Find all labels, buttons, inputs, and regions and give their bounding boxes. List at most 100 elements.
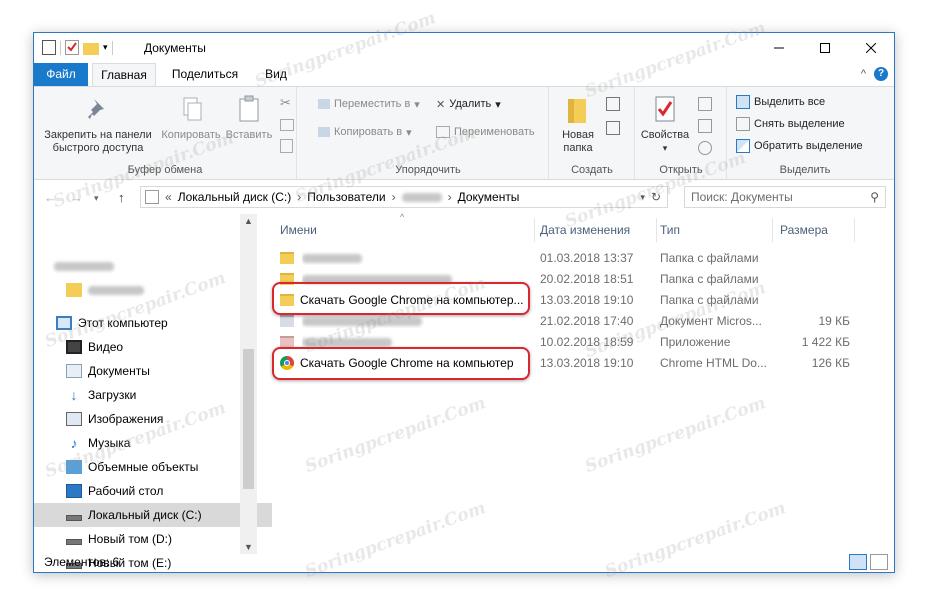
collapse-ribbon-icon[interactable]: ^	[861, 68, 866, 80]
deselect-label: Снять выделение	[754, 118, 845, 130]
back-icon[interactable]: ←	[44, 190, 57, 205]
column-divider[interactable]	[534, 218, 535, 242]
redacted-label	[302, 254, 362, 264]
copy-button[interactable]: Копировать	[158, 93, 224, 142]
paste-shortcut-icon[interactable]	[280, 139, 293, 153]
address-folder-icon	[145, 190, 159, 204]
scroll-down-icon[interactable]: ▼	[244, 542, 253, 552]
file-date: 13.03.2018 19:10	[540, 293, 634, 307]
3d-objects-icon	[66, 460, 82, 474]
checkmark-quick-icon[interactable]	[65, 40, 79, 55]
file-list: ^ Имени Дата изменения Тип Размера 01.03…	[266, 212, 894, 554]
close-icon[interactable]	[848, 33, 894, 63]
large-icons-view-icon[interactable]	[870, 554, 888, 570]
create-group: Новая папка Создать	[550, 87, 635, 179]
nav-item-documents[interactable]: Документы	[34, 359, 272, 383]
nav-scrollbar[interactable]: ▲ ▼	[240, 214, 257, 554]
open-icon[interactable]	[698, 97, 712, 111]
nav-label: Локальный диск (C:)	[88, 508, 202, 522]
nav-item-music[interactable]: ♪ Музыка	[34, 431, 272, 455]
details-view-icon[interactable]	[849, 554, 867, 570]
nav-item-local-disk-c[interactable]: Локальный диск (C:)	[34, 503, 272, 527]
desktop-icon	[66, 484, 82, 498]
nav-item-volume-d[interactable]: Новый том (D:)	[34, 527, 272, 551]
up-icon[interactable]: ↑	[118, 190, 125, 205]
copy-to-button[interactable]: Копировать в ▾	[318, 123, 412, 141]
breadcrumb-users[interactable]: Пользователи	[307, 190, 385, 204]
nav-item-pictures[interactable]: Изображения	[34, 407, 272, 431]
redacted-label	[302, 338, 392, 348]
help-icon[interactable]: ?	[874, 67, 888, 81]
refresh-icon[interactable]: ↻	[651, 190, 661, 204]
pin-quick-access-button[interactable]: Закрепить на панели быстрого доступа	[40, 93, 156, 155]
clipboard-group: Закрепить на панели быстрого доступа Коп…	[34, 87, 297, 179]
nav-scrollbar-thumb[interactable]	[243, 349, 254, 489]
rename-icon	[436, 126, 450, 138]
folder-icon	[66, 283, 82, 297]
search-input[interactable]: Поиск: Документы ⚲	[684, 186, 886, 208]
nav-item-desktop[interactable]: Рабочий стол	[34, 479, 272, 503]
tab-file[interactable]: Файл	[34, 63, 88, 86]
file-date: 01.03.2018 13:37	[540, 251, 634, 265]
window-title: Документы	[144, 41, 206, 55]
nav-item-video[interactable]: Видео	[34, 335, 272, 359]
recent-dropdown-icon[interactable]: ▾	[94, 193, 99, 204]
nav-item-redacted-2[interactable]	[34, 278, 272, 302]
nav-item-3d-objects[interactable]: Объемные объекты	[34, 455, 272, 479]
column-header-date[interactable]: Дата изменения	[540, 218, 656, 242]
edit-icon[interactable]	[698, 119, 712, 133]
properties-quick-icon[interactable]	[42, 40, 56, 55]
new-item-icon[interactable]	[606, 97, 620, 111]
new-folder-quick-icon[interactable]	[83, 42, 99, 55]
file-date: 10.02.2018 18:59	[540, 335, 634, 349]
address-input[interactable]: « Локальный диск (C:) › Пользователи › ›…	[140, 186, 668, 208]
paste-button[interactable]: Вставить	[224, 93, 274, 142]
chevron-right-icon[interactable]: ›	[448, 190, 452, 204]
cut-icon[interactable]: ✂	[280, 95, 291, 111]
properties-button[interactable]: Свойства ▾	[638, 93, 692, 155]
copy-path-icon[interactable]	[280, 119, 294, 131]
chevron-right-icon[interactable]: ›	[297, 190, 301, 204]
chevron-down-icon: ▾	[406, 126, 412, 139]
column-divider[interactable]	[854, 218, 855, 242]
new-folder-button[interactable]: Новая папка	[554, 93, 602, 155]
nav-label: Документы	[88, 364, 150, 378]
nav-item-redacted-1[interactable]	[34, 254, 260, 278]
column-header-name[interactable]: Имени	[280, 218, 530, 242]
column-header-type[interactable]: Тип	[660, 218, 770, 242]
highlight-frame-folder	[272, 282, 530, 315]
select-all-button[interactable]: Выделить все	[736, 93, 825, 111]
file-type: Папка с файлами	[660, 251, 759, 265]
chevron-right-icon[interactable]: ›	[392, 190, 396, 204]
nav-item-downloads[interactable]: ↓ Загрузки	[34, 383, 272, 407]
copy-to-icon	[318, 127, 330, 137]
qat-dropdown-icon[interactable]: ▾	[103, 42, 108, 53]
rename-button[interactable]: Переименовать	[436, 123, 535, 141]
invert-selection-button[interactable]: Обратить выделение	[736, 137, 863, 155]
video-icon	[66, 340, 82, 354]
tab-view[interactable]: Вид	[256, 63, 296, 86]
invert-selection-icon	[736, 139, 750, 153]
delete-button[interactable]: ✕ Удалить ▾	[436, 95, 501, 113]
address-dropdown-icon[interactable]: ▾	[640, 192, 645, 203]
forward-icon[interactable]: →	[70, 190, 83, 205]
nav-item-this-pc[interactable]: Этот компьютер	[34, 311, 262, 335]
scroll-up-icon[interactable]: ▲	[244, 216, 253, 226]
breadcrumb-local-disk[interactable]: Локальный диск (C:)	[178, 190, 292, 204]
breadcrumb-documents[interactable]: Документы	[458, 190, 520, 204]
deselect-button[interactable]: Снять выделение	[736, 115, 845, 133]
tab-share[interactable]: Поделиться	[166, 63, 244, 86]
deselect-icon	[736, 117, 750, 131]
column-divider[interactable]	[772, 218, 773, 242]
history-icon[interactable]	[698, 141, 712, 155]
tab-home[interactable]: Главная	[92, 63, 156, 86]
breadcrumb-overflow-icon[interactable]: «	[165, 190, 172, 204]
minimize-icon[interactable]	[756, 33, 802, 63]
table-row[interactable]: 01.03.2018 13:37 Папка с файлами	[266, 248, 886, 269]
easy-access-icon[interactable]	[606, 121, 620, 135]
move-to-button[interactable]: Переместить в ▾	[318, 95, 420, 113]
breadcrumb-username-redacted[interactable]	[401, 192, 442, 202]
column-divider[interactable]	[656, 218, 657, 242]
column-header-size[interactable]: Размера	[780, 218, 856, 242]
maximize-icon[interactable]	[802, 33, 848, 63]
